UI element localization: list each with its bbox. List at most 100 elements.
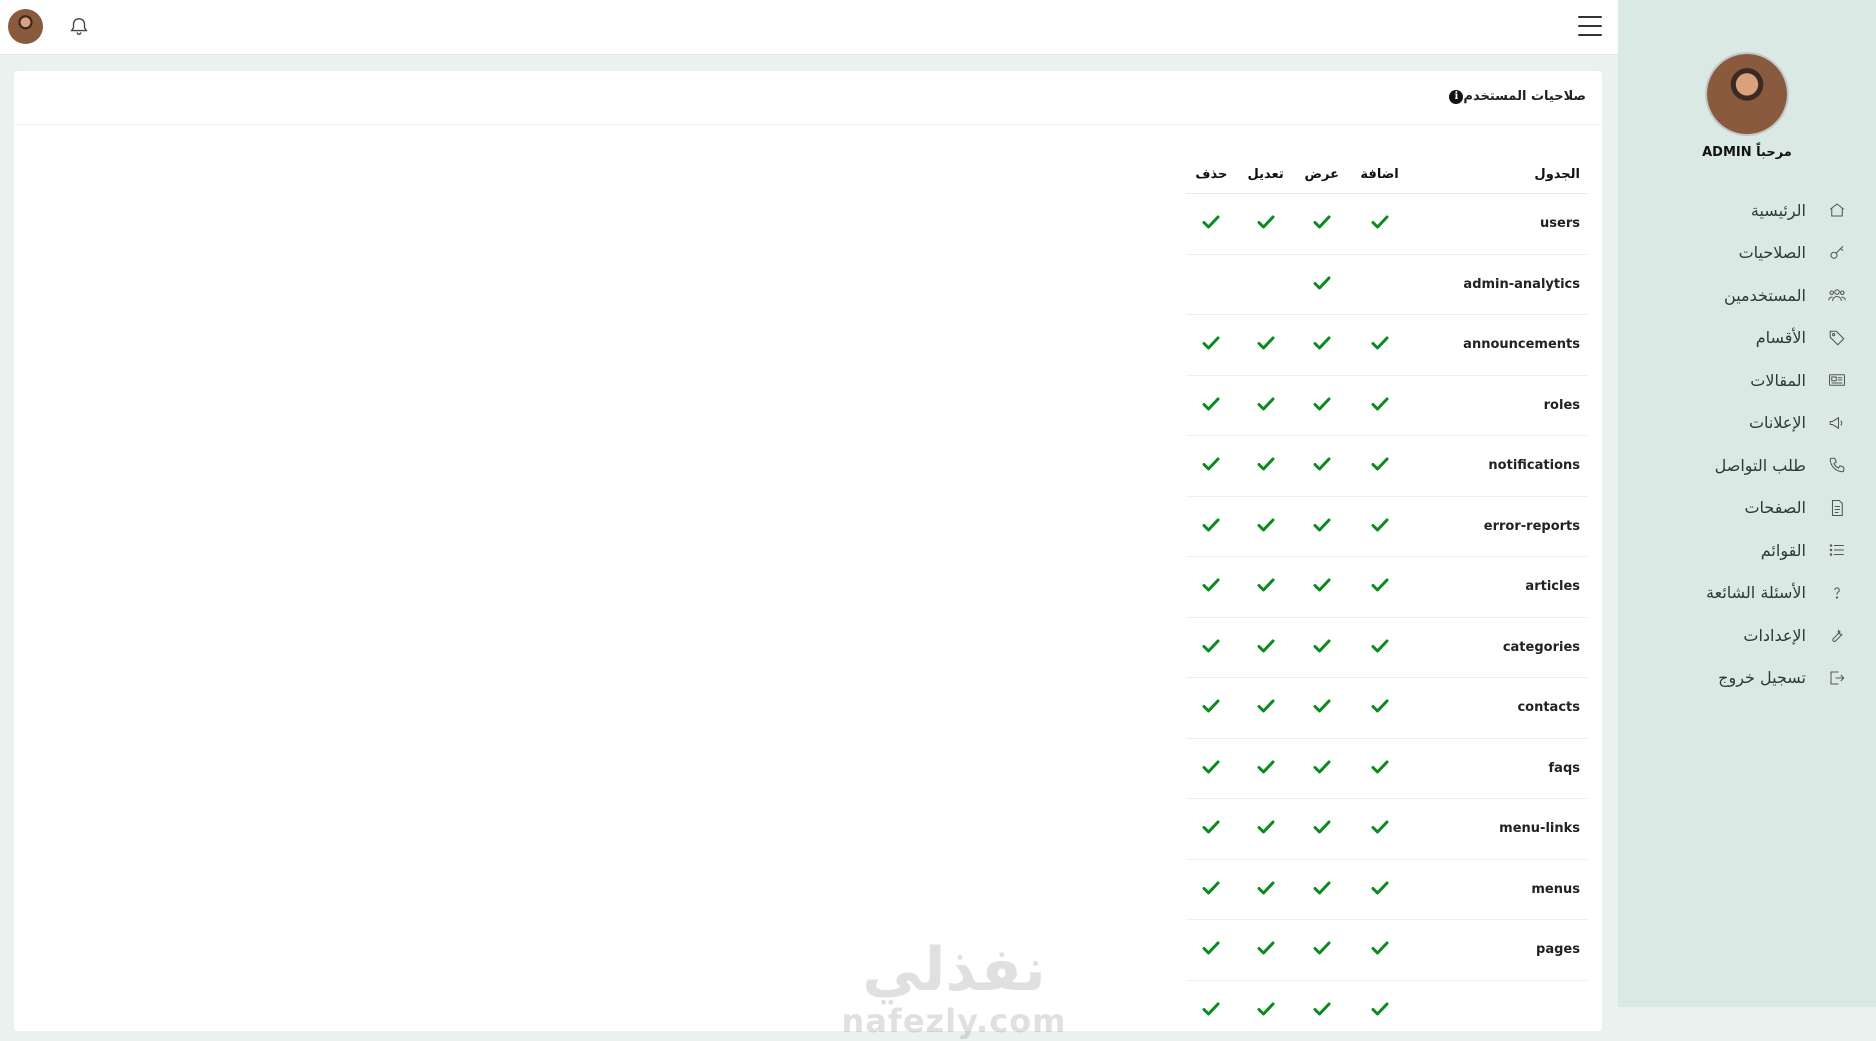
check-icon: [1313, 1001, 1331, 1016]
table-name-cell: faqs: [1410, 738, 1588, 799]
topbar: [0, 0, 1618, 55]
check-icon: [1202, 940, 1220, 955]
table-name-cell: contacts: [1410, 677, 1588, 739]
profile-avatar[interactable]: [1707, 54, 1787, 134]
check-icon: [1371, 396, 1389, 411]
check-icon: [1313, 577, 1331, 592]
user-avatar[interactable]: [8, 9, 43, 44]
watermark-latin: nafezly.com: [841, 1002, 1067, 1040]
check-icon: [1371, 880, 1389, 895]
permission-cell-edit: [1236, 193, 1295, 255]
check-icon: [1257, 759, 1275, 774]
permission-cell-delete: [1186, 919, 1237, 981]
check-icon: [1371, 577, 1389, 592]
check-icon: [1313, 396, 1331, 411]
permission-cell-add: [1349, 556, 1410, 618]
question-icon: [1826, 582, 1848, 604]
check-icon: [1371, 335, 1389, 350]
permission-cell-view: [1294, 556, 1350, 618]
sidebar-item-label: الأقسام: [1755, 328, 1806, 348]
permission-cell-edit: [1236, 617, 1295, 678]
watermark-arabic: نفذلي: [862, 935, 1046, 1005]
sidebar-item[interactable]: المقالات: [1628, 359, 1848, 402]
tag-icon: [1826, 327, 1848, 349]
permission-cell-add: [1349, 193, 1410, 255]
check-icon: [1202, 214, 1220, 229]
permission-cell-delete: [1186, 677, 1237, 739]
permission-cell-view: [1294, 677, 1350, 739]
sidebar-item-label: الإعدادات: [1743, 625, 1806, 645]
sidebar-item[interactable]: المستخدمين: [1628, 274, 1848, 317]
check-icon: [1202, 698, 1220, 713]
permission-cell-edit: [1236, 556, 1295, 618]
check-icon: [1313, 275, 1331, 290]
sidebar-item[interactable]: القوائم: [1628, 529, 1848, 572]
permission-cell-edit: [1236, 738, 1295, 799]
phone-icon: [1826, 454, 1848, 476]
sidebar-item[interactable]: الإعدادات: [1628, 614, 1848, 657]
permission-cell-add: [1349, 617, 1410, 678]
sidebar-item[interactable]: الصلاحيات: [1628, 232, 1848, 275]
permission-cell-add: [1349, 435, 1410, 497]
permission-cell-view: [1294, 859, 1350, 920]
permissions-table: الجدول اضافة عرض تعديل حذف users admin-an…: [1186, 156, 1588, 1041]
check-icon: [1202, 456, 1220, 471]
permission-cell-view: [1294, 738, 1350, 799]
check-icon: [1371, 819, 1389, 834]
sidebar-item-label: الأسئلة الشائعة: [1706, 583, 1806, 603]
permission-cell-edit: [1236, 375, 1295, 436]
permission-cell-add: [1349, 254, 1410, 315]
sidebar-item[interactable]: تسجيل خروج: [1628, 657, 1848, 700]
sidebar-item-label: المستخدمين: [1724, 285, 1806, 305]
sidebar-item-label: المقالات: [1750, 370, 1806, 390]
table-row: articles: [1186, 556, 1588, 618]
permission-cell-delete: [1186, 798, 1237, 860]
newspaper-icon: [1826, 369, 1848, 391]
check-icon: [1202, 1001, 1220, 1016]
permission-cell-add: [1349, 919, 1410, 981]
sidebar-item[interactable]: الصفحات: [1628, 487, 1848, 530]
header-view: عرض: [1294, 156, 1350, 194]
card-title: صلاحيات المستخدم: [1463, 89, 1586, 104]
check-icon: [1313, 214, 1331, 229]
check-icon: [1313, 335, 1331, 350]
permission-cell-edit: [1236, 859, 1295, 920]
table-row: error-reports: [1186, 496, 1588, 557]
check-icon: [1313, 940, 1331, 955]
file-icon: [1826, 497, 1848, 519]
divider: [14, 124, 1602, 125]
check-icon: [1371, 638, 1389, 653]
check-icon: [1313, 517, 1331, 532]
check-icon: [1371, 456, 1389, 471]
sidebar-item[interactable]: الإعلانات: [1628, 402, 1848, 445]
sidebar-item[interactable]: الأسئلة الشائعة: [1628, 572, 1848, 615]
permission-cell-delete: [1186, 738, 1237, 799]
check-icon: [1257, 880, 1275, 895]
table-row: menus: [1186, 859, 1588, 920]
check-icon: [1257, 335, 1275, 350]
hamburger-menu-icon[interactable]: [1578, 16, 1602, 38]
permission-cell-delete: [1186, 556, 1237, 618]
permission-cell-delete: [1186, 254, 1237, 315]
check-icon: [1202, 880, 1220, 895]
permission-cell-edit: [1236, 435, 1295, 497]
header-delete: حذف: [1186, 156, 1237, 194]
sidebar-item[interactable]: طلب التواصل: [1628, 444, 1848, 487]
sidebar-item[interactable]: الرئيسية: [1628, 189, 1848, 232]
check-icon: [1371, 698, 1389, 713]
table-row: roles: [1186, 375, 1588, 436]
table-row: menu-links: [1186, 798, 1588, 860]
check-icon: [1257, 456, 1275, 471]
table-name-cell: categories: [1410, 617, 1588, 678]
permission-cell-add: [1349, 677, 1410, 739]
table-header-row: الجدول اضافة عرض تعديل حذف: [1186, 156, 1588, 194]
permission-cell-delete: [1186, 980, 1237, 1041]
table-name-cell: roles: [1410, 375, 1588, 436]
permission-cell-add: [1349, 859, 1410, 920]
bell-icon[interactable]: [68, 15, 90, 37]
check-icon: [1202, 819, 1220, 834]
table-row: faqs: [1186, 738, 1588, 799]
key-icon: [1826, 242, 1848, 264]
check-icon: [1313, 819, 1331, 834]
sidebar-item[interactable]: الأقسام: [1628, 317, 1848, 360]
